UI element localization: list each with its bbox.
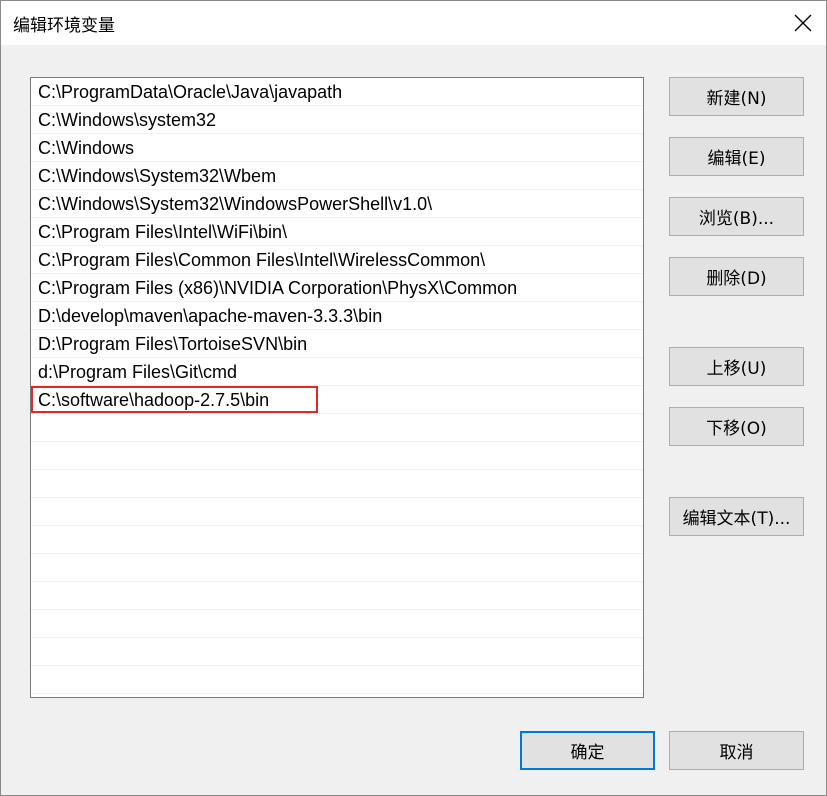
list-item[interactable]: C:\Windows\system32 [31, 106, 643, 134]
list-item[interactable] [31, 666, 643, 694]
list-item-text: C:\Program Files (x86)\NVIDIA Corporatio… [38, 278, 518, 298]
list-item[interactable] [31, 526, 643, 554]
cancel-button[interactable]: 取消 [669, 731, 804, 770]
list-item[interactable] [31, 414, 643, 442]
list-item[interactable] [31, 582, 643, 610]
list-item[interactable] [31, 470, 643, 498]
move-down-button[interactable]: 下移(O) [669, 407, 804, 446]
list-item[interactable]: d:\Program Files\Git\cmd [31, 358, 643, 386]
list-item[interactable]: D:\develop\maven\apache-maven-3.3.3\bin [31, 302, 643, 330]
list-item[interactable]: C:\software\hadoop-2.7.5\bin [31, 386, 643, 414]
list-item-text: C:\Windows\System32\WindowsPowerShell\v1… [38, 194, 433, 214]
list-item[interactable] [31, 554, 643, 582]
list-item-text: C:\Windows\System32\Wbem [38, 166, 277, 186]
edit-env-variable-dialog: 编辑环境变量 C:\ProgramData\Oracle\Java\javapa… [0, 0, 827, 796]
list-item[interactable]: C:\Program Files\Common Files\Intel\Wire… [31, 246, 643, 274]
list-item-text: D:\develop\maven\apache-maven-3.3.3\bin [38, 306, 383, 326]
list-item-text: C:\Program Files\Intel\WiFi\bin\ [38, 222, 288, 242]
list-item-text: D:\Program Files\TortoiseSVN\bin [38, 334, 308, 354]
delete-button[interactable]: 删除(D) [669, 257, 804, 296]
list-item[interactable]: C:\Windows [31, 134, 643, 162]
path-list[interactable]: C:\ProgramData\Oracle\Java\javapath C:\Wi… [30, 77, 644, 698]
list-item-text: C:\Windows\system32 [38, 110, 217, 130]
list-item-text: C:\ProgramData\Oracle\Java\javapath [38, 82, 343, 102]
edit-button[interactable]: 编辑(E) [669, 137, 804, 176]
list-item[interactable]: C:\ProgramData\Oracle\Java\javapath [31, 78, 643, 106]
new-button[interactable]: 新建(N) [669, 77, 804, 116]
move-up-button[interactable]: 上移(U) [669, 347, 804, 386]
edit-text-button[interactable]: 编辑文本(T)... [669, 497, 804, 536]
title-bar: 编辑环境变量 [1, 1, 826, 45]
dialog-title: 编辑环境变量 [13, 16, 115, 36]
close-icon [794, 14, 812, 32]
list-item[interactable]: D:\Program Files\TortoiseSVN\bin [31, 330, 643, 358]
ok-button[interactable]: 确定 [520, 731, 655, 770]
list-item[interactable] [31, 638, 643, 666]
list-item[interactable]: C:\Windows\System32\Wbem [31, 162, 643, 190]
browse-button[interactable]: 浏览(B)... [669, 197, 804, 236]
list-item[interactable]: C:\Windows\System32\WindowsPowerShell\v1… [31, 190, 643, 218]
list-item-text: d:\Program Files\Git\cmd [38, 362, 238, 382]
list-item-text: C:\software\hadoop-2.7.5\bin [38, 390, 270, 410]
close-button[interactable] [780, 1, 826, 45]
list-item-text: C:\Windows [38, 138, 135, 158]
list-item[interactable] [31, 610, 643, 638]
list-item[interactable] [31, 498, 643, 526]
list-item[interactable] [31, 442, 643, 470]
list-item-text: C:\Program Files\Common Files\Intel\Wire… [38, 250, 486, 270]
list-item[interactable]: C:\Program Files (x86)\NVIDIA Corporatio… [31, 274, 643, 302]
list-item[interactable]: C:\Program Files\Intel\WiFi\bin\ [31, 218, 643, 246]
